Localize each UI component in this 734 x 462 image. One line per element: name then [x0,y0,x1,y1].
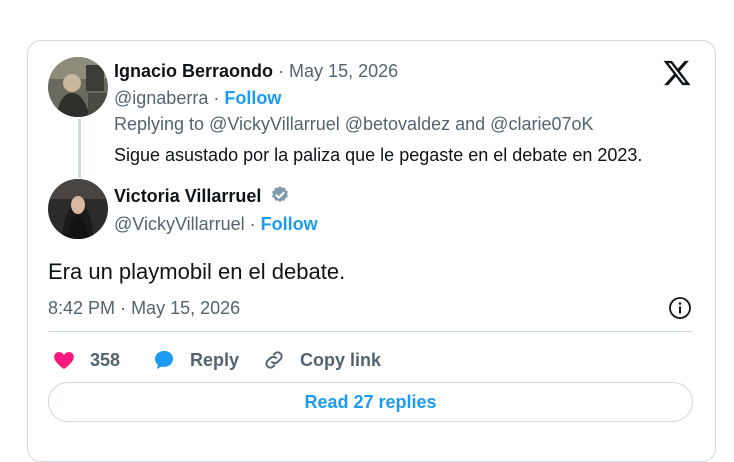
mention-link[interactable]: @clarie07oK [490,114,593,134]
parent-tweet-text: Sigue asustado por la paliza que le pega… [114,145,643,165]
separator: · [249,214,261,234]
like-button[interactable]: 358 [52,347,120,373]
tweet-date[interactable]: May 15, 2026 [289,61,398,81]
info-icon[interactable] [668,296,692,320]
link-icon [265,351,283,369]
author-handle[interactable]: @ignaberra [114,88,208,108]
like-count: 358 [90,349,121,370]
tweet-time[interactable]: 8:42 PM [48,298,115,318]
separator: · [213,88,225,108]
author-name[interactable]: Victoria Villarruel [114,186,261,206]
avatar[interactable] [48,179,108,239]
heart-icon [54,352,74,369]
replying-prefix: Replying to [114,114,205,134]
avatar[interactable] [48,57,108,117]
copy-link-label: Copy link [300,349,382,370]
author-name[interactable]: Ignacio Berraondo [114,61,273,81]
x-logo-icon[interactable] [662,58,692,88]
mention-link[interactable]: @VickyVillarruel [209,114,340,134]
copy-link-button[interactable]: Copy link [262,347,381,373]
reply-button[interactable]: Reply [152,347,239,373]
separator: · [278,61,290,81]
cropped-top-text: ·· ·· ···· · ···· ·· · [0,0,734,7]
reply-label: Reply [190,349,240,370]
replying-to: Replying to @VickyVillarruel @betovaldez… [114,114,594,135]
separator: · [120,298,132,318]
mention-conjunction: and [455,114,486,134]
verified-badge-icon [272,186,289,203]
mention-link[interactable]: @betovaldez [345,114,450,134]
reply-bubble-icon [155,350,173,369]
author-handle[interactable]: @VickyVillarruel [114,214,245,234]
tweet-text: Era un playmobil en el debate. [48,259,346,284]
follow-button[interactable]: Follow [261,214,318,234]
divider [48,331,693,332]
thread-line [78,119,81,178]
tweet-date[interactable]: May 15, 2026 [131,298,240,318]
read-replies-button[interactable]: Read 27 replies [48,382,693,422]
embedded-tweet-card: Ignacio Berraondo · May 15, 2026 @ignabe… [27,40,716,462]
follow-button[interactable]: Follow [224,88,281,108]
